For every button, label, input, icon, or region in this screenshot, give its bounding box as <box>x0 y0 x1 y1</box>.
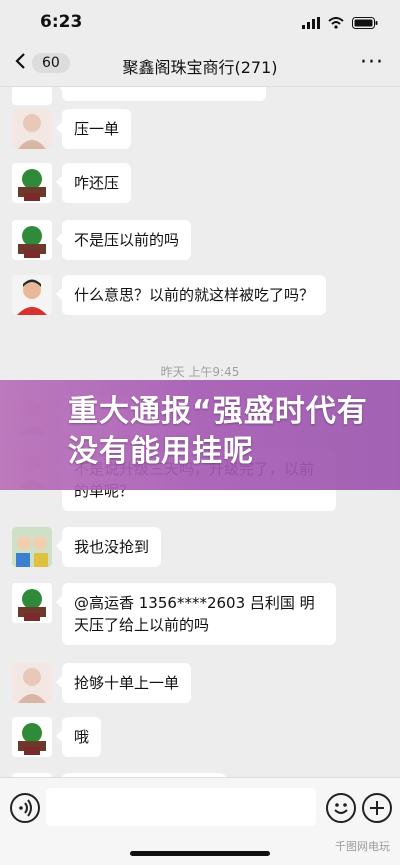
chat-header: 60 聚鑫阁珠宝商行(271) ··· <box>0 44 400 87</box>
list-item: 压一单 <box>12 109 132 149</box>
plus-icon[interactable] <box>362 793 392 823</box>
message-bubble[interactable]: 咋还压 <box>55 163 132 203</box>
avatar[interactable] <box>12 663 52 703</box>
list-item: 我也没抢到 <box>12 527 162 567</box>
avatar[interactable] <box>12 220 52 260</box>
message-bubble[interactable]: @高运香 1356****2603 吕利国 明天压了给上以前的吗 <box>56 583 336 645</box>
avatar <box>12 87 52 105</box>
list-item <box>12 87 266 105</box>
list-item: 不是压以前的吗 <box>12 220 192 260</box>
list-item: 咋还压 <box>12 163 132 203</box>
voice-icon[interactable] <box>10 793 40 823</box>
message-bubble[interactable]: 压一单 <box>55 109 132 149</box>
avatar[interactable] <box>12 163 52 203</box>
emoji-icon[interactable] <box>326 793 356 823</box>
status-bar: 6:23 <box>0 0 400 44</box>
watermark: 千图网电玩 <box>335 840 390 853</box>
input-bar <box>0 777 400 838</box>
wifi-icon <box>328 14 344 33</box>
more-options-button[interactable]: ··· <box>360 50 384 75</box>
banner-headline: 重大通报“强盛时代有没有能用挂呢 <box>68 394 368 469</box>
signal-icon <box>302 14 320 33</box>
message-bubble[interactable]: 不是压以前的吗 <box>55 220 192 260</box>
message-input[interactable] <box>46 788 316 826</box>
list-item: 什么意思？以前的就这样被吃了吗？ <box>12 275 327 315</box>
status-icons <box>302 14 378 33</box>
list-item: 哦 <box>12 717 102 757</box>
chat-title: 聚鑫阁珠宝商行(271) <box>122 58 278 77</box>
avatar[interactable] <box>12 717 52 757</box>
message-bubble[interactable]: 哦 <box>55 717 102 757</box>
message-bubble[interactable]: 什么意思？以前的就这样被吃了吗？ <box>55 275 327 315</box>
message-bubble[interactable] <box>56 87 266 101</box>
home-indicator[interactable] <box>130 851 270 856</box>
battery-icon <box>352 14 378 33</box>
avatar[interactable] <box>12 275 52 315</box>
message-bubble[interactable]: 抢够十单上一单 <box>55 663 192 703</box>
message-bubble[interactable]: 我也没抢到 <box>55 527 162 567</box>
avatar[interactable] <box>12 527 52 567</box>
avatar[interactable] <box>12 109 52 149</box>
status-time: 6:23 <box>40 12 83 32</box>
list-item: @高运香 1356****2603 吕利国 明天压了给上以前的吗 <box>12 583 336 645</box>
avatar[interactable] <box>12 583 52 623</box>
time-separator: 昨天 上午9:45 <box>160 365 240 379</box>
list-item: 抢够十单上一单 <box>12 663 192 703</box>
